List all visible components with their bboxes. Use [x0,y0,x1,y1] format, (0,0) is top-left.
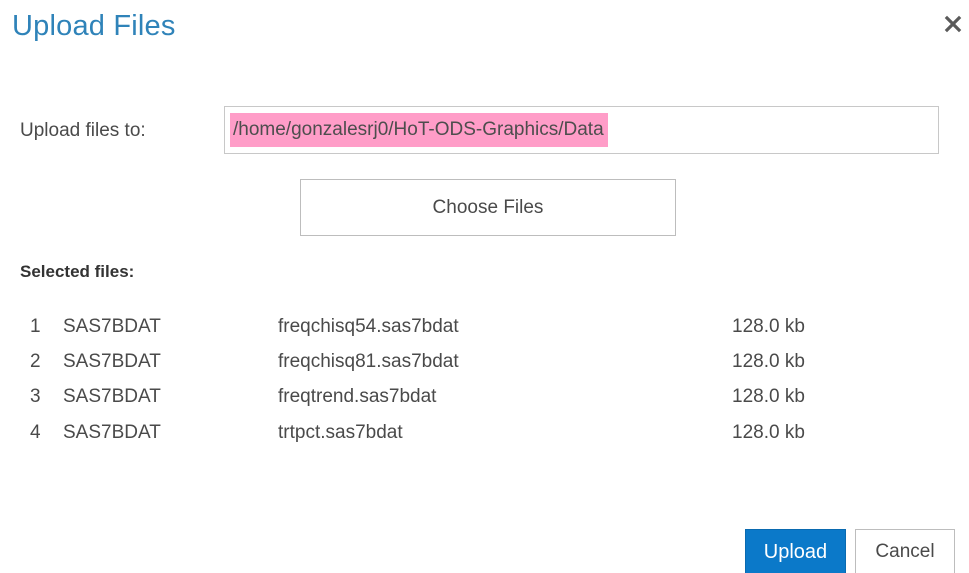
file-index: 2 [30,351,41,372]
list-item: 1 SAS7BDAT freqchisq54.sas7bdat 128.0 kb [0,312,969,348]
file-size: 128.0 kb [732,351,805,372]
upload-path-field[interactable]: /home/gonzalesrj0/HoT-ODS-Graphics/Data [224,106,939,154]
upload-files-dialog: Upload Files Upload files to: /home/gonz… [0,0,969,573]
list-item: 2 SAS7BDAT freqchisq81.sas7bdat 128.0 kb [0,347,969,383]
file-name: freqchisq54.sas7bdat [278,316,459,337]
file-type: SAS7BDAT [63,422,161,443]
close-icon[interactable] [942,10,966,38]
file-size: 128.0 kb [732,386,805,407]
choose-files-button[interactable]: Choose Files [300,179,676,236]
file-name: freqtrend.sas7bdat [278,386,437,407]
file-name: freqchisq81.sas7bdat [278,351,459,372]
cancel-button[interactable]: Cancel [855,529,955,573]
file-size: 128.0 kb [732,422,805,443]
list-item: 4 SAS7BDAT trtpct.sas7bdat 128.0 kb [0,418,969,454]
file-type: SAS7BDAT [63,316,161,337]
file-index: 1 [30,316,41,337]
file-index: 3 [30,386,41,407]
upload-button[interactable]: Upload [745,529,846,573]
file-name: trtpct.sas7bdat [278,422,403,443]
file-type: SAS7BDAT [63,386,161,407]
upload-path-value: /home/gonzalesrj0/HoT-ODS-Graphics/Data [230,113,608,147]
list-item: 3 SAS7BDAT freqtrend.sas7bdat 128.0 kb [0,382,969,418]
upload-to-label: Upload files to: [20,120,146,141]
file-type: SAS7BDAT [63,351,161,372]
selected-files-heading: Selected files: [20,262,135,281]
dialog-title: Upload Files [12,10,176,42]
file-size: 128.0 kb [732,316,805,337]
file-index: 4 [30,422,41,443]
